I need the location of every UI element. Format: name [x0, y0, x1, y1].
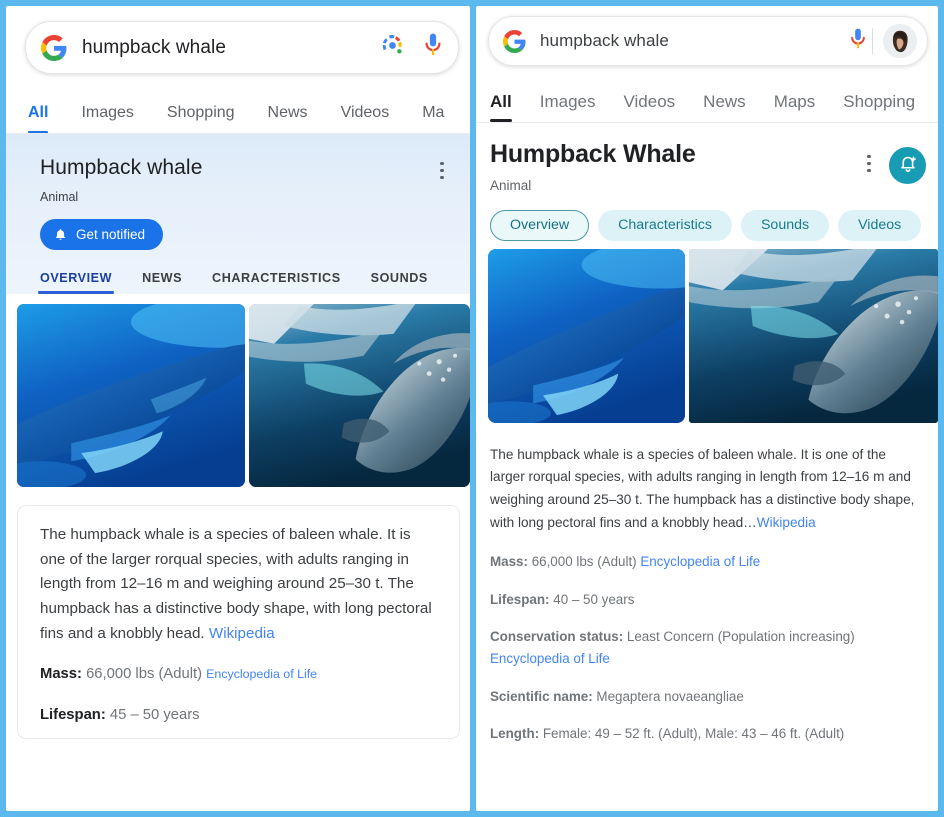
right-phone-panel: humpback whale All Images Videos News Ma… — [476, 6, 938, 811]
left-fact-mass-value: 66,000 lbs (Adult) — [81, 666, 207, 683]
right-fact-length: Length: Female: 49 – 52 ft. (Adult), Mal… — [490, 723, 924, 745]
left-knowledge-panel: Humpback whale Animal Get notified OVERV… — [6, 134, 470, 295]
right-fact-mass-link[interactable]: Encyclopedia of Life — [640, 554, 760, 569]
left-search-bar[interactable]: humpback whale — [25, 21, 459, 74]
right-nav-tab-0[interactable]: All — [490, 92, 512, 122]
right-fact-lifespan-value: 40 – 50 years — [549, 591, 635, 607]
microphone-icon[interactable] — [422, 32, 444, 63]
microphone-icon[interactable] — [848, 27, 868, 56]
right-fact-conservation-link[interactable]: Encyclopedia of Life — [490, 651, 610, 666]
right-nav-tab-5[interactable]: Shopping — [843, 92, 915, 122]
right-entity-chips: Overview Characteristics Sounds Videos — [476, 193, 938, 241]
get-notified-label: Get notified — [76, 227, 146, 243]
left-entity-tab-2[interactable]: CHARACTERISTICS — [212, 271, 341, 294]
left-entity-tab-3[interactable]: SOUNDS — [371, 271, 428, 294]
left-nav-tab-0[interactable]: All — [28, 104, 49, 133]
right-wikipedia-link[interactable]: Wikipedia — [757, 515, 816, 530]
left-nav-tab-3[interactable]: News — [268, 104, 308, 133]
left-knowledge-header: Humpback whale Animal — [6, 156, 470, 204]
right-fact-conservation: Conservation status: Least Concern (Popu… — [490, 626, 924, 669]
more-vertical-icon[interactable] — [432, 156, 452, 179]
right-nav-tab-2[interactable]: Videos — [623, 92, 675, 122]
left-search-actions — [380, 32, 444, 63]
more-vertical-icon[interactable] — [859, 141, 879, 172]
left-fact-mass-link[interactable]: Encyclopedia of Life — [206, 667, 317, 681]
left-description: The humpback whale is a species of balee… — [40, 523, 437, 646]
bell-add-icon — [898, 153, 918, 178]
right-fact-length-value: Female: 49 – 52 ft. (Adult), Male: 43 – … — [539, 726, 845, 742]
left-entity-title: Humpback whale — [40, 156, 203, 179]
left-search-query[interactable]: humpback whale — [82, 37, 380, 59]
right-chip-3[interactable]: Videos — [838, 209, 922, 241]
right-fact-scientific-name-value: Megaptera novaeangliae — [592, 688, 744, 704]
screenshot-frame: humpback whale All Images Shopping News … — [0, 0, 944, 817]
get-notified-button[interactable]: Get notified — [40, 219, 164, 251]
right-info-block: The humpback whale is a species of balee… — [476, 430, 938, 746]
right-fact-conservation-label: Conservation status: — [490, 629, 624, 645]
left-nav-tab-2[interactable]: Shopping — [167, 104, 235, 133]
right-fact-mass: Mass: 66,000 lbs (Adult) Encyclopedia of… — [490, 551, 924, 573]
whale-photo-1[interactable] — [488, 248, 686, 423]
right-image-strip — [476, 240, 938, 430]
search-divider — [872, 28, 873, 54]
right-fact-mass-value: 66,000 lbs (Adult) — [527, 553, 641, 569]
bell-add-icon-button[interactable] — [889, 147, 926, 184]
left-wikipedia-link[interactable]: Wikipedia — [209, 625, 275, 642]
right-entity-subtitle: Animal — [490, 177, 532, 193]
right-fact-conservation-value: Least Concern (Population increasing) — [623, 629, 855, 645]
left-entity-tabs: OVERVIEW NEWS CHARACTERISTICS SOUNDS — [6, 250, 470, 295]
whale-photo-2[interactable] — [248, 304, 470, 488]
left-fact-lifespan-label: Lifespan: — [40, 706, 106, 723]
whale-photo-1[interactable] — [17, 304, 245, 488]
google-logo-icon — [503, 29, 526, 53]
left-fact-lifespan: Lifespan: 45 – 50 years — [40, 704, 437, 728]
left-entity-tab-0[interactable]: OVERVIEW — [37, 271, 115, 295]
right-nav-tab-1[interactable]: Images — [540, 92, 596, 122]
google-logo-icon — [41, 34, 67, 61]
whale-photo-2[interactable] — [689, 248, 938, 423]
left-nav-tabs: All Images Shopping News Videos Ma — [6, 90, 470, 134]
right-entity-title: Humpback Whale — [490, 140, 696, 168]
right-nav-tab-4[interactable]: Maps — [774, 92, 816, 122]
user-avatar[interactable] — [883, 24, 917, 58]
right-description: The humpback whale is a species of balee… — [490, 444, 924, 535]
right-fact-lifespan: Lifespan: 40 – 50 years — [490, 589, 924, 611]
left-nav-tab-1[interactable]: Images — [81, 104, 133, 133]
left-fact-mass-label: Mass: — [40, 666, 82, 683]
right-fact-lifespan-label: Lifespan: — [490, 591, 550, 607]
right-fact-scientific-name: Scientific name: Megaptera novaeangliae — [490, 686, 924, 708]
right-nav-tabs: All Images Videos News Maps Shopping — [476, 80, 938, 123]
right-search-bar[interactable]: humpback whale — [488, 16, 928, 66]
left-fact-mass: Mass: 66,000 lbs (Adult) Encyclopedia of… — [40, 663, 437, 687]
right-nav-tab-3[interactable]: News — [703, 92, 746, 122]
right-fact-mass-label: Mass: — [490, 553, 528, 569]
right-description-text: The humpback whale is a species of balee… — [490, 446, 915, 530]
left-image-strip — [6, 294, 470, 498]
right-knowledge-panel: Humpback Whale Animal Overview Character… — [476, 123, 938, 241]
google-lens-icon[interactable] — [380, 33, 405, 63]
bell-icon — [54, 227, 67, 242]
left-nav-tab-4[interactable]: Videos — [341, 104, 390, 133]
right-knowledge-header: Humpback Whale Animal — [476, 140, 938, 193]
left-nav-tab-5[interactable]: Ma — [422, 104, 444, 133]
left-phone-panel: humpback whale All Images Shopping News … — [6, 6, 470, 811]
left-entity-subtitle: Animal — [40, 190, 79, 205]
left-info-card: The humpback whale is a species of balee… — [17, 505, 460, 739]
left-entity-tab-1[interactable]: NEWS — [142, 271, 182, 294]
right-chip-0[interactable]: Overview — [490, 209, 590, 241]
right-fact-length-label: Length: — [490, 726, 540, 742]
right-chip-1[interactable]: Characteristics — [598, 209, 732, 241]
right-fact-scientific-name-label: Scientific name: — [490, 688, 593, 704]
right-search-query[interactable]: humpback whale — [540, 31, 848, 51]
left-fact-lifespan-value: 45 – 50 years — [105, 706, 200, 723]
right-chip-2[interactable]: Sounds — [740, 209, 830, 241]
